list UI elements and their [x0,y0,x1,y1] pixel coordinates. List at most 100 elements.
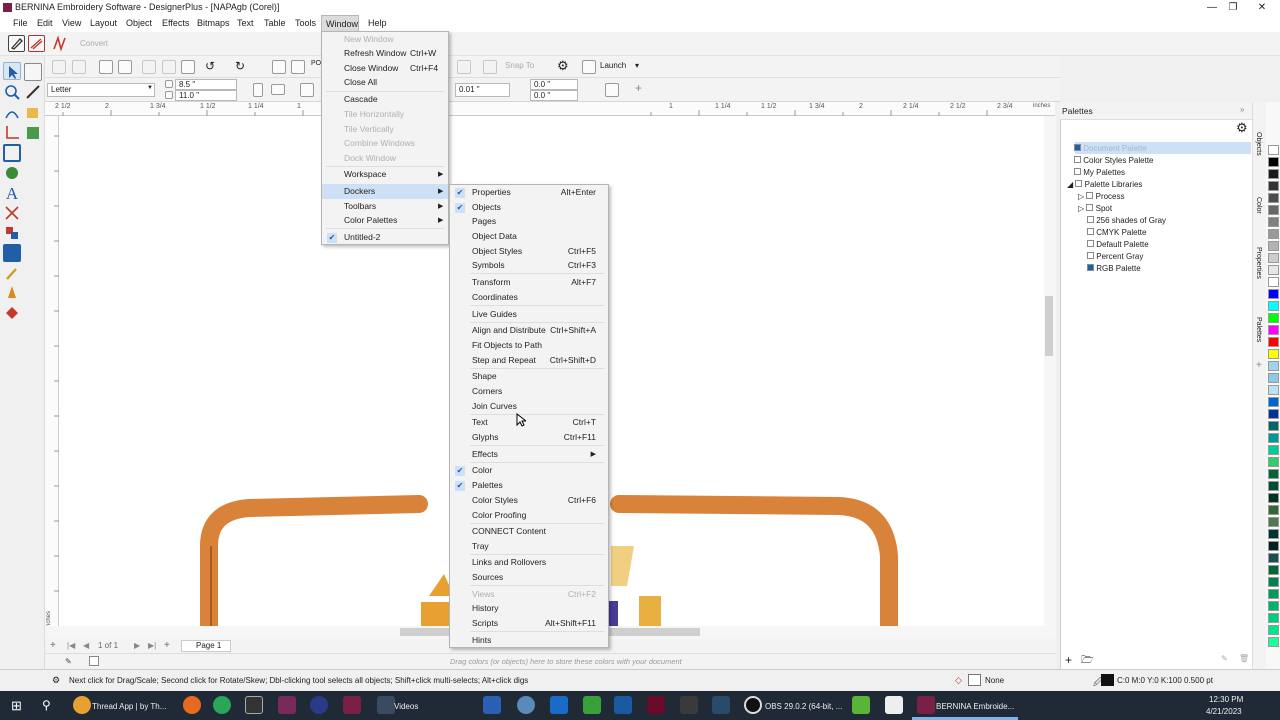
bernina-taskbar-icon[interactable] [917,696,935,714]
menu-edit[interactable]: Edit [35,15,55,32]
edit-palette-icon[interactable]: ✎ [1221,654,1228,663]
search-icon[interactable]: ⚲ [42,698,51,712]
palette-swatch[interactable] [1268,457,1279,467]
palette-swatch[interactable] [1268,361,1279,371]
rectangle-tool-icon[interactable] [3,144,21,162]
snap-icon[interactable] [483,60,497,74]
chrome-green-icon[interactable] [213,696,231,714]
duplicate-x-field[interactable]: 0.0 " [530,79,578,90]
palette-item-default[interactable]: Default Palette [1087,240,1149,249]
docker-item-color-proofing[interactable]: Color Proofing [450,508,608,523]
docker-item-palettes[interactable]: ✔ Palettes [450,478,608,493]
palette-swatch[interactable] [1268,553,1279,563]
portrait-icon[interactable] [253,83,263,97]
palette-item-libraries[interactable]: ◢ Palette Libraries [1067,180,1142,189]
launch-button[interactable]: Launch [600,61,626,70]
publish-button[interactable]: PO [311,60,321,67]
connector-tool-icon[interactable] [3,224,21,242]
palette-swatch[interactable] [1268,589,1279,599]
palette-swatch[interactable] [1268,337,1279,347]
palette-swatch[interactable] [1268,433,1279,443]
new-icon[interactable] [52,60,66,74]
palette-swatch[interactable] [1268,145,1279,155]
vertical-scrollbar[interactable] [1044,116,1056,626]
first-page-icon[interactable]: |◀ [67,641,75,650]
eyedropper-small-icon[interactable]: ✎ [65,657,72,666]
import-icon[interactable] [272,60,286,74]
docker-item-object-styles[interactable]: Object Styles Ctrl+F5 [450,244,608,259]
taskbar-app-videos[interactable]: Videos [394,702,418,711]
add-page-after-icon[interactable]: + [164,640,170,651]
text-tool-icon[interactable]: A [3,184,21,203]
palette-swatch[interactable] [1268,541,1279,551]
open-icon[interactable] [72,60,86,74]
palette-item-gray-256[interactable]: 256 shades of Gray [1087,216,1166,225]
app-blue-icon[interactable] [712,696,730,714]
artistic-media-icon[interactable] [24,124,42,142]
polygon-tool-icon[interactable] [3,164,21,182]
palette-swatch[interactable] [1268,205,1279,215]
menu-object[interactable]: Object [124,15,154,32]
fill-swatch[interactable] [968,674,981,686]
palette-swatch[interactable] [1268,385,1279,395]
docker-item-step-repeat[interactable]: Step and Repeat Ctrl+Shift+D [450,353,608,368]
docker-item-views[interactable]: Views Ctrl+F2 [450,587,608,602]
paste-icon[interactable] [181,60,195,74]
app-lime-icon[interactable] [852,696,870,714]
palette-item-percent-gray[interactable]: Percent Gray [1087,252,1143,261]
docker-collapse-icon[interactable]: » [1240,105,1244,114]
parallel-dimension-icon[interactable] [3,204,21,222]
palette-swatch[interactable] [1268,493,1279,503]
menu-item-untitled-2[interactable]: ✔ Untitled-2 [322,230,448,245]
new-palette-icon[interactable]: + [1065,653,1072,667]
outlook-icon[interactable] [550,696,568,714]
app-dark-icon[interactable] [680,696,698,714]
menu-view[interactable]: View [60,15,83,32]
next-page-icon[interactable]: ▶ [134,641,140,650]
palette-swatch[interactable] [1268,253,1279,263]
paper-size-select[interactable]: Letter [47,83,155,97]
chrome-icon[interactable] [73,696,91,714]
docker-item-text[interactable]: Text Ctrl+T [450,415,608,430]
palette-item-process[interactable]: ▷ Process [1078,192,1125,201]
page-width-field[interactable]: 8.5 " [175,79,237,90]
interactive-fill-icon[interactable] [3,284,21,302]
word-icon[interactable] [483,696,501,714]
launch-icon[interactable] [582,60,596,74]
nudge-distance-field[interactable]: 0.01 " [455,83,510,97]
menu-bitmaps[interactable]: Bitmaps [195,15,232,32]
palette-swatch[interactable] [1268,169,1279,179]
shape-tool-icon[interactable] [24,63,42,81]
docker-item-join-curves[interactable]: Join Curves [450,399,608,414]
gear-icon[interactable]: ⚙ [557,58,569,74]
menu-item-dock-window[interactable]: Dock Window [322,151,448,166]
browser-icon[interactable] [310,696,328,714]
docker-options-gear-icon[interactable]: ⚙ [1236,120,1248,136]
open-palette-icon[interactable]: 🗁 [1081,653,1093,670]
palette-item-document[interactable]: Document Palette [1074,144,1147,153]
docker-item-pages[interactable]: Pages [450,214,608,229]
indesign-icon[interactable] [647,696,665,714]
save-icon[interactable] [99,60,113,74]
tab-objects[interactable]: Objects [1255,132,1262,156]
palette-swatch[interactable] [1268,601,1279,611]
add-docker-icon[interactable]: + [1256,360,1262,371]
docker-item-connect-content[interactable]: CONNECT Content [450,524,608,539]
docker-item-symbols[interactable]: Symbols Ctrl+F3 [450,258,608,273]
docker-item-objects[interactable]: ✔ Objects [450,200,608,215]
smart-fill-bucket-icon[interactable] [3,304,21,322]
docker-item-effects[interactable]: Effects ▶ [450,447,608,462]
print-icon[interactable] [118,60,132,74]
docker-item-links-rollovers[interactable]: Links and Rollovers [450,555,608,570]
palette-swatch[interactable] [1268,277,1279,287]
eyedropper-icon[interactable] [3,264,21,282]
outline-swatch[interactable] [1101,674,1114,686]
palette-swatch[interactable] [1268,157,1279,167]
page-height-field[interactable]: 11.0 " [175,90,237,101]
menu-tools[interactable]: Tools [293,15,318,32]
docker-item-scripts[interactable]: Scripts Alt+Shift+F11 [450,616,608,631]
vertical-scroll-thumb[interactable] [1045,296,1053,356]
tab-properties[interactable]: Properties [1255,247,1262,279]
no-color-swatch[interactable] [89,656,99,666]
palette-swatch[interactable] [1268,409,1279,419]
